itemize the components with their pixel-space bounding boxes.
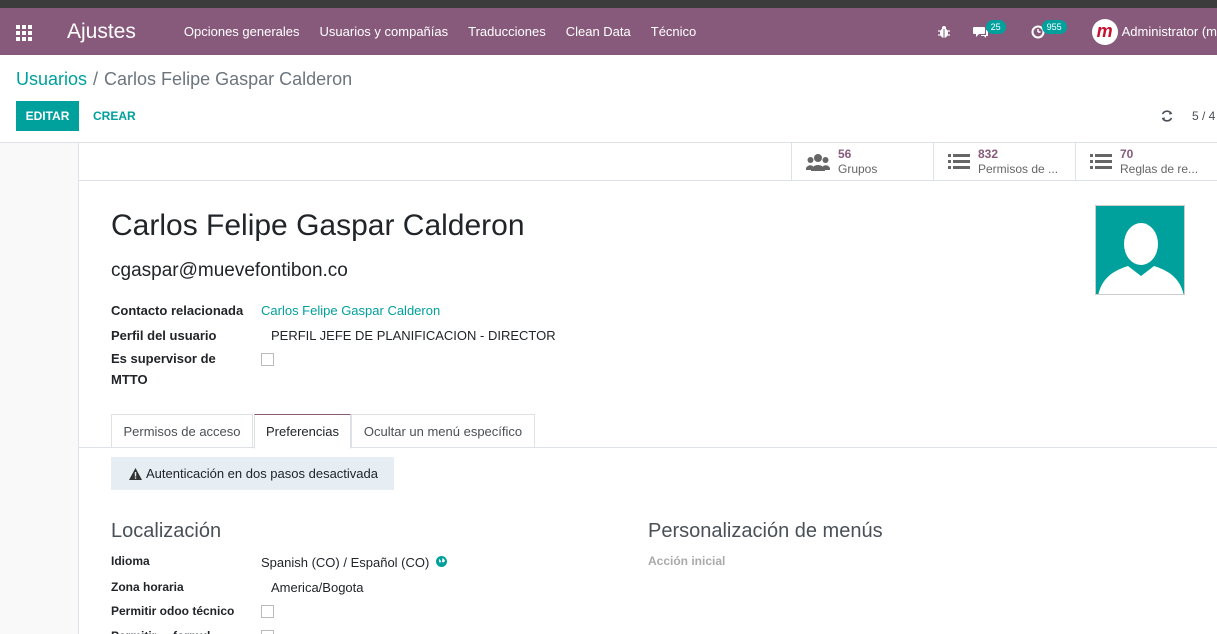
supervisor-label-line-2: MTTO xyxy=(111,372,148,387)
activities-count-badge: 955 xyxy=(1041,19,1067,34)
groups-label: Grupos xyxy=(838,161,878,176)
breadcrumb: Usuarios / Carlos Felipe Gaspar Calderon xyxy=(16,69,352,90)
next-field-checkbox[interactable] xyxy=(261,630,274,634)
groups-count: 56 xyxy=(838,146,852,161)
messages-count-badge: 25 xyxy=(985,19,1006,34)
breadcrumb-separator: / xyxy=(93,69,99,89)
apps-menu-icon[interactable] xyxy=(16,24,34,41)
user-email[interactable]: cgaspar@muevefontibon.co xyxy=(111,260,348,282)
timezone-value: America/Bogota xyxy=(271,580,364,595)
avatar-placeholder-icon xyxy=(1098,223,1184,294)
user-photo[interactable] xyxy=(1095,205,1185,295)
language-label: Idioma xyxy=(111,554,150,568)
globe-icon[interactable] xyxy=(436,556,447,567)
users-icon xyxy=(806,153,830,171)
menu-item-clean-data[interactable]: Clean Data xyxy=(566,24,631,39)
next-field-label: Permitir ... formul... xyxy=(111,626,220,634)
debug-bug-button[interactable] xyxy=(937,25,951,39)
localization-section-title: Localización xyxy=(111,520,222,542)
menu-item-general-settings[interactable]: Opciones generales xyxy=(184,24,300,39)
breadcrumb-current: Carlos Felipe Gaspar Calderon xyxy=(104,69,353,89)
control-panel: Usuarios / Carlos Felipe Gaspar Calderon E… xyxy=(0,55,1217,143)
stat-button-box: 56 Grupos 832 Permisos de ... 70 Reglas … xyxy=(79,143,1217,181)
refresh-icon[interactable] xyxy=(1160,109,1174,123)
bug-icon xyxy=(937,25,950,38)
contact-link[interactable]: Carlos Felipe Gaspar Calderon xyxy=(261,303,440,318)
tab-preferences[interactable]: Preferencias xyxy=(254,414,351,449)
systray: 25 955 m Administrator (m xyxy=(937,8,1217,55)
access-rights-stat-button[interactable]: 832 Permisos de ... xyxy=(933,143,1075,180)
menu-item-technical[interactable]: Técnico xyxy=(651,24,697,39)
top-menu: Opciones generales Usuarios y compañías … xyxy=(184,24,716,39)
access-rights-count: 832 xyxy=(978,146,999,161)
browser-top-strip xyxy=(0,0,1217,8)
record-rules-label: Reglas de re... xyxy=(1120,161,1199,176)
tech-allowed-checkbox[interactable] xyxy=(261,605,274,618)
warning-icon xyxy=(129,467,142,480)
tab-hide-menu[interactable]: Ocultar un menú específico xyxy=(351,414,535,448)
notebook-tabs: Permisos de acceso Preferencias Ocultar … xyxy=(79,413,1217,449)
main-navbar: Ajustes Opciones generales Usuarios y co… xyxy=(0,8,1217,55)
create-button[interactable]: CREAR xyxy=(93,109,136,123)
initial-action-label: Acción inicial xyxy=(648,554,726,568)
groups-stat-button[interactable]: 56 Grupos xyxy=(791,143,933,180)
profile-label: Perfil del usuario xyxy=(111,328,217,343)
form-sheet: 56 Grupos 832 Permisos de ... 70 Reglas … xyxy=(78,143,1217,634)
record-rules-stat-button[interactable]: 70 Reglas de re... xyxy=(1075,143,1217,180)
language-value[interactable]: Spanish (CO) / Español (CO) xyxy=(261,555,429,570)
edit-button[interactable]: EDITAR xyxy=(16,101,79,131)
record-rules-count: 70 xyxy=(1120,146,1134,161)
menu-item-translations[interactable]: Traducciones xyxy=(468,24,546,39)
pager[interactable]: 5 / 4 xyxy=(1192,109,1215,123)
tech-allowed-label: Permitir odoo técnico xyxy=(111,604,235,618)
user-name-title[interactable]: Carlos Felipe Gaspar Calderon xyxy=(111,209,525,243)
supervisor-label-line-1: Es supervisor de xyxy=(111,351,216,366)
two-factor-alert: Autenticación en dos pasos desactivada xyxy=(111,457,394,490)
access-rights-label: Permisos de ... xyxy=(978,161,1059,176)
avatar: m xyxy=(1091,18,1118,45)
list-icon xyxy=(948,153,970,169)
activities-button[interactable]: 955 xyxy=(1031,19,1070,39)
timezone-label: Zona horaria xyxy=(111,580,184,594)
user-menu-label: Administrator (m xyxy=(1121,24,1217,39)
menu-personalization-section-title: Personalización de menús xyxy=(648,520,883,542)
breadcrumb-users-link[interactable]: Usuarios xyxy=(16,69,87,89)
two-factor-alert-text: Autenticación en dos pasos desactivada xyxy=(146,466,378,481)
app-brand[interactable]: Ajustes xyxy=(67,20,136,44)
tab-access-rights[interactable]: Permisos de acceso xyxy=(111,414,253,448)
list-icon xyxy=(1090,153,1112,169)
menu-item-users-companies[interactable]: Usuarios y compañías xyxy=(320,24,449,39)
contact-label: Contacto relacionada xyxy=(111,303,244,318)
profile-value: PERFIL JEFE DE PLANIFICACION - DIRECTOR xyxy=(271,328,556,343)
user-menu[interactable]: m Administrator (m xyxy=(1091,18,1217,45)
supervisor-checkbox[interactable] xyxy=(261,353,274,366)
messages-button[interactable]: 25 xyxy=(972,19,1009,39)
